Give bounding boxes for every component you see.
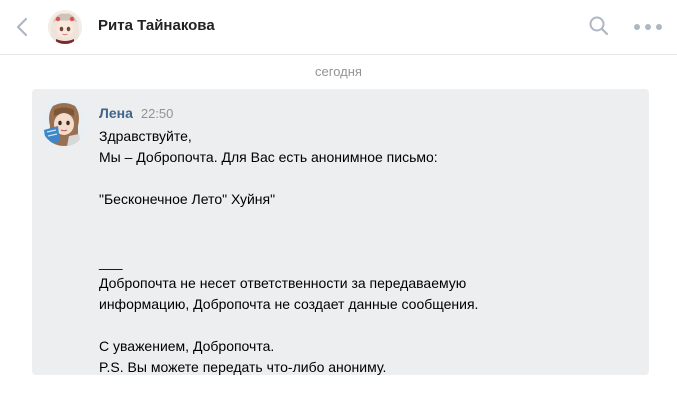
message-line: Здравствуйте, [99, 128, 192, 144]
message-line: "Бесконечное Лето" Хуйня" [99, 191, 276, 207]
message-line: С уважением, Добропочта. [99, 338, 275, 354]
message-line: ___ [99, 254, 123, 270]
message-line: Добропочта не несет ответственности за п… [99, 275, 467, 291]
chevron-left-icon [16, 17, 28, 37]
sender-name[interactable]: Лена [99, 105, 133, 121]
back-button[interactable] [12, 15, 32, 39]
search-button[interactable] [588, 15, 610, 37]
chat-header: Рита Тайнакова [0, 0, 677, 55]
message-line [99, 315, 639, 336]
more-dots-icon [634, 24, 662, 30]
message-line [99, 168, 639, 189]
message-line [99, 210, 639, 231]
peer-avatar[interactable] [48, 10, 82, 44]
message-line: информацию, Добропочта не создает данные… [99, 296, 479, 312]
message-line: P.S. Вы можете передать что-либо анониму… [99, 359, 387, 375]
message-line [99, 231, 639, 252]
message-header: Лена 22:50 [99, 105, 173, 121]
more-button[interactable] [632, 18, 664, 36]
message-line: Мы – Добропочта. Для Вас есть анонимное … [99, 149, 438, 165]
message-item: Лена 22:50 Здравствуйте, Мы – Добропочта. … [32, 89, 649, 375]
sender-avatar[interactable] [41, 100, 87, 146]
message-time[interactable]: 22:50 [141, 106, 174, 121]
search-icon [589, 16, 609, 36]
peer-name[interactable]: Рита Тайнакова [98, 17, 215, 34]
date-separator: сегодня [315, 64, 362, 79]
message-text: Здравствуйте, Мы – Добропочта. Для Вас ес… [99, 126, 639, 378]
